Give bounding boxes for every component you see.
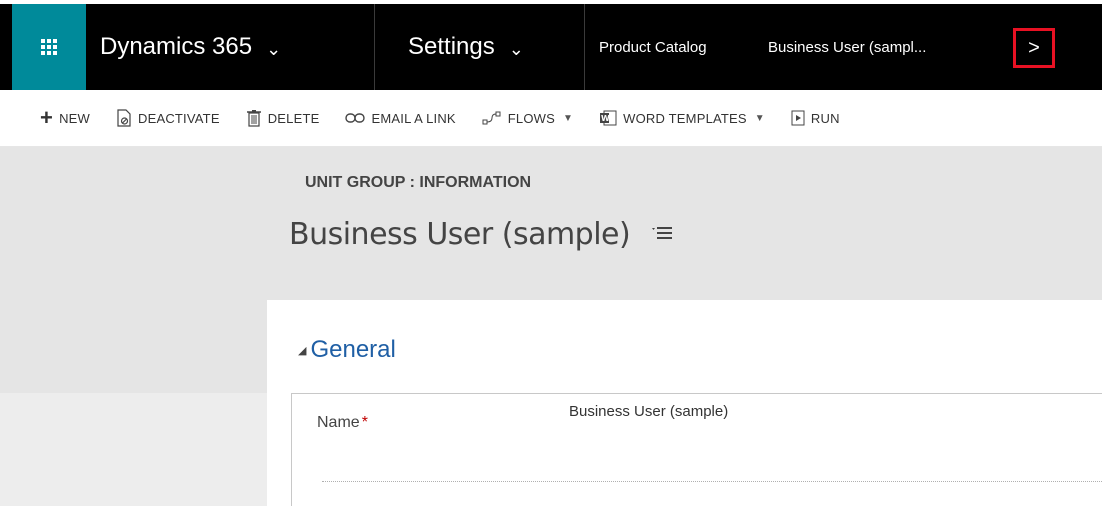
deactivate-label: DEACTIVATE — [138, 110, 220, 126]
delete-label: DELETE — [267, 110, 320, 126]
nav-divider — [374, 4, 375, 90]
record-title-text: Business User (sample) — [289, 217, 631, 252]
email-link-button[interactable]: EMAIL A LINK — [345, 110, 456, 126]
word-templates-button[interactable]: W WORD TEMPLATES ▼ — [599, 110, 765, 126]
run-button[interactable]: RUN — [791, 110, 840, 126]
command-bar: + NEW DEACTIVATE DELETE EMAIL A LINK FLO… — [0, 90, 1102, 147]
caret-down-icon: ▼ — [754, 112, 765, 124]
required-marker: * — [361, 414, 368, 431]
name-field-label: Name * — [317, 414, 368, 432]
word-icon: W — [599, 110, 617, 126]
flows-label: FLOWS — [507, 110, 556, 126]
nav-divider — [584, 4, 585, 90]
app-launcher-button[interactable] — [12, 4, 86, 90]
section-general-header[interactable]: ◢ General — [298, 336, 396, 364]
run-icon — [791, 110, 805, 126]
deactivate-icon — [116, 109, 132, 127]
chevron-down-icon: ⌄ — [508, 38, 524, 59]
area-name: Settings — [408, 33, 495, 60]
deactivate-button[interactable]: DEACTIVATE — [116, 109, 220, 127]
entity-form-label[interactable]: UNIT GROUP : INFORMATION — [305, 174, 531, 192]
plus-icon: + — [40, 105, 54, 130]
name-label-text: Name — [317, 414, 360, 431]
flows-button[interactable]: FLOWS ▼ — [482, 110, 573, 126]
caret-down-icon: ▼ — [563, 112, 574, 124]
app-name: Dynamics 365 — [100, 33, 253, 60]
new-label: NEW — [59, 110, 90, 126]
collapse-triangle-icon: ◢ — [298, 344, 307, 357]
name-field[interactable]: Business User (sample) — [569, 403, 728, 420]
chevron-down-icon: ⌄ — [266, 38, 282, 59]
link-icon — [345, 112, 366, 124]
section-title: General — [310, 336, 396, 363]
flows-icon — [482, 110, 502, 126]
delete-button[interactable]: DELETE — [246, 109, 320, 127]
field-underline — [322, 481, 1102, 482]
email-link-label: EMAIL A LINK — [371, 110, 456, 126]
waffle-icon — [41, 39, 57, 55]
next-record-button[interactable]: > — [1013, 28, 1055, 68]
new-button[interactable]: + NEW — [40, 105, 90, 131]
form-left-gutter — [0, 393, 267, 506]
area-switcher[interactable]: Settings ⌄ — [408, 4, 524, 90]
form-selector-icon[interactable] — [651, 225, 673, 244]
app-switcher[interactable]: Dynamics 365 ⌄ — [100, 4, 281, 90]
page-title: Business User (sample) — [289, 217, 673, 252]
trash-icon — [246, 109, 262, 127]
breadcrumb-label: Product Catalog — [599, 38, 707, 56]
breadcrumb-label: Business User (sampl... — [768, 38, 927, 56]
chevron-right-icon: > — [1028, 36, 1040, 59]
run-label: RUN — [810, 110, 840, 126]
breadcrumb-record[interactable]: Business User (sampl... — [768, 4, 926, 90]
word-templates-label: WORD TEMPLATES — [623, 110, 747, 126]
breadcrumb-product-catalog[interactable]: Product Catalog — [599, 4, 707, 90]
svg-text:W: W — [601, 114, 610, 123]
